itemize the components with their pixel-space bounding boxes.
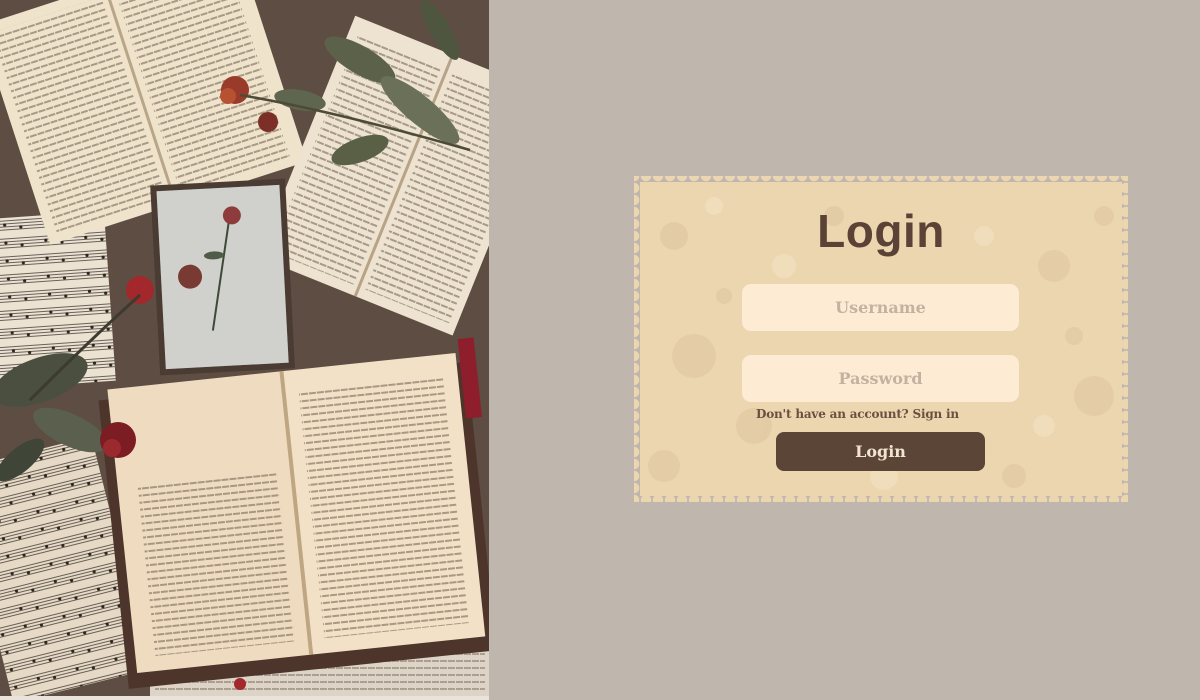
login-title: Login [817, 205, 945, 257]
books-roses-illustration [0, 0, 489, 696]
login-button[interactable]: Login [776, 432, 985, 471]
signup-prompt-text: Don't have an account? [756, 407, 909, 421]
login-page: Login Don't have an account? Sign in Log… [0, 0, 1200, 700]
login-card: Login Don't have an account? Sign in Log… [634, 176, 1128, 502]
signup-prompt-line: Don't have an account? Sign in [756, 407, 959, 421]
hero-image [0, 0, 489, 696]
password-input[interactable] [742, 355, 1019, 402]
hero-bottom-strip [0, 696, 489, 700]
sign-in-link[interactable]: Sign in [913, 407, 960, 421]
username-input[interactable] [742, 284, 1019, 331]
